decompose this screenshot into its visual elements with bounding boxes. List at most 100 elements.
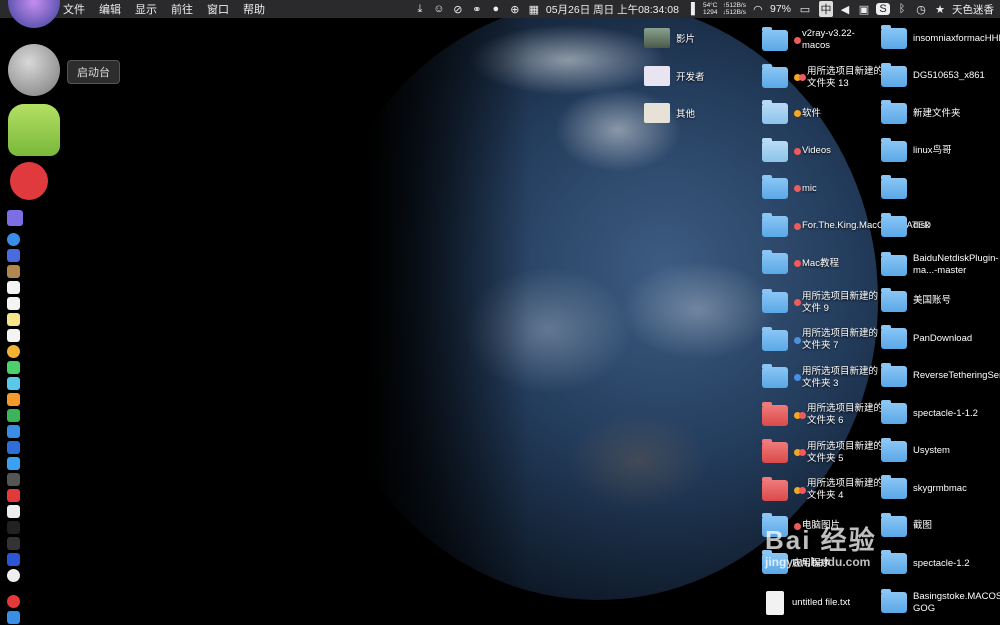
- desktop-folder[interactable]: spectacle-1.2: [881, 550, 995, 574]
- xcode-icon[interactable]: [7, 441, 20, 454]
- app-icon-4[interactable]: [7, 265, 20, 278]
- menu-edit[interactable]: 编辑: [92, 1, 128, 17]
- app-icon-24[interactable]: [7, 611, 20, 624]
- launchpad-icon[interactable]: [8, 44, 60, 96]
- terminal-icon[interactable]: [7, 521, 20, 534]
- camera-icon[interactable]: [7, 473, 20, 486]
- calendar-dock-icon[interactable]: [7, 281, 20, 294]
- desktop-item[interactable]: 其他: [644, 103, 695, 123]
- desktop-folder[interactable]: 新建文件夹: [881, 100, 995, 124]
- network-stats[interactable]: ↑512B/s ↓512B/s: [722, 2, 746, 16]
- desktop-folder[interactable]: disk: [881, 212, 995, 237]
- desktop-folder[interactable]: For.The.King.MacOS...iVATED: [762, 212, 931, 237]
- vivaldi-icon[interactable]: [7, 489, 20, 502]
- app-save-icon[interactable]: [7, 210, 23, 226]
- folder-icon: [762, 439, 788, 463]
- desktop-folder[interactable]: 截图: [881, 512, 995, 537]
- app-icon-18[interactable]: [7, 505, 20, 518]
- calendar-icon[interactable]: ▦: [527, 3, 541, 16]
- desktop-folder[interactable]: 用所选项目新建的文件夹 4: [762, 476, 885, 502]
- android-studio-icon[interactable]: [8, 104, 60, 156]
- app-red-icon[interactable]: [10, 162, 48, 200]
- folder-icon: [881, 287, 907, 312]
- menu-go[interactable]: 前往: [164, 1, 200, 17]
- safari-icon[interactable]: [7, 233, 20, 246]
- desktop-folder[interactable]: 用所选项目新建的文件夹 7: [762, 326, 880, 352]
- app-icon-20[interactable]: [7, 537, 20, 550]
- chrome-icon[interactable]: [7, 345, 20, 358]
- desktop-folder[interactable]: skygrmbmac: [881, 475, 995, 499]
- desktop-folder[interactable]: Videos: [762, 137, 880, 162]
- messages-icon[interactable]: [7, 361, 20, 374]
- yandex-icon[interactable]: [7, 569, 20, 582]
- numbers-icon[interactable]: [7, 409, 20, 422]
- pages-icon[interactable]: [7, 393, 20, 406]
- desktop-folder[interactable]: mic: [762, 175, 880, 199]
- desktop-folder[interactable]: untitled file.txt: [762, 590, 870, 615]
- notification-icon[interactable]: ●: [489, 3, 503, 15]
- menu-window[interactable]: 窗口: [200, 1, 236, 17]
- share-icon[interactable]: ⚭: [470, 3, 484, 16]
- desktop-folder[interactable]: 美国账号: [881, 287, 995, 312]
- desktop-folder[interactable]: ReverseTetheringServer_1.2.0: [881, 362, 1000, 387]
- app-icon-3[interactable]: [7, 249, 20, 262]
- folder-icon: [881, 437, 907, 462]
- cpu-stats[interactable]: 54°C 1294: [703, 2, 718, 16]
- item-label: 其他: [676, 109, 696, 120]
- folder-icon: [881, 475, 907, 499]
- user-name[interactable]: 天色迷香: [952, 2, 994, 17]
- folder-icon: [762, 26, 788, 51]
- vpn-icon[interactable]: [7, 553, 20, 566]
- desktop-folder[interactable]: Usystem: [881, 437, 995, 462]
- desktop-folder[interactable]: spectacle-1-1.2: [881, 400, 995, 424]
- desktop-folder[interactable]: DG510653_x861: [881, 62, 995, 87]
- siri-icon[interactable]: [8, 0, 60, 28]
- desktop-item[interactable]: 开发者: [644, 65, 705, 86]
- desktop-folder[interactable]: 用所选项目新建的文件夹 5: [762, 439, 885, 465]
- item-thumbnail-icon: [644, 28, 670, 48]
- desktop-folder[interactable]: 用所选项目新建的文件夹 6: [762, 401, 885, 427]
- desktop-folder[interactable]: BaiduNetdiskPlugin-ma...-master: [881, 251, 999, 277]
- compass-icon[interactable]: ⊘: [451, 3, 465, 16]
- notes-icon[interactable]: [7, 313, 20, 326]
- desktop-folder[interactable]: v2ray-v3.22-macos: [762, 26, 880, 52]
- desktop-folder[interactable]: PanDownload: [881, 325, 995, 349]
- stats-icon[interactable]: ▐: [684, 3, 698, 15]
- folder-label: skygrmbmac: [913, 482, 967, 494]
- folder-icon: [881, 175, 907, 199]
- app-icon-6[interactable]: [7, 297, 20, 310]
- desktop-folder[interactable]: 用所选项目新建的文件夹 13: [762, 64, 885, 90]
- desktop-folder[interactable]: linux鸟哥: [881, 137, 995, 162]
- menu-file[interactable]: 文件: [56, 1, 92, 17]
- control-icon[interactable]: ▣: [857, 3, 871, 16]
- desktop-folder[interactable]: Mac教程: [762, 250, 880, 274]
- desktop-item[interactable]: 影片: [644, 28, 695, 48]
- star-icon[interactable]: ★: [933, 3, 947, 16]
- menu-view[interactable]: 显示: [128, 1, 164, 17]
- date-time[interactable]: 05月26日 周日 上午08:34:08: [546, 2, 679, 17]
- volume-icon[interactable]: ◀: [838, 3, 852, 16]
- keynote-icon[interactable]: [7, 425, 20, 438]
- desktop-folder[interactable]: 用所选项目新建的文件 9: [762, 289, 880, 315]
- bluetooth-icon[interactable]: ᛒ: [895, 3, 909, 15]
- qq-icon[interactable]: ☺: [432, 3, 446, 15]
- desktop-folder[interactable]: 软件: [762, 100, 880, 124]
- input-method-icon[interactable]: 中: [819, 1, 833, 17]
- desktop-folder[interactable]: insomniaxformacHHB_jb51: [881, 25, 1000, 49]
- menu-help[interactable]: 帮助: [236, 1, 272, 17]
- netease-music-icon[interactable]: [7, 595, 20, 608]
- app-icon-11[interactable]: [7, 377, 20, 390]
- app-store-icon[interactable]: [7, 457, 20, 470]
- sketch-icon[interactable]: S: [876, 3, 890, 15]
- desktop-folder[interactable]: 用所选项目新建的文件夹 3: [762, 364, 880, 390]
- desktop-folder[interactable]: [881, 175, 995, 199]
- battery-percent[interactable]: 97%: [770, 3, 791, 15]
- reminders-icon[interactable]: [7, 329, 20, 342]
- desktop-folder[interactable]: Basingstoke.MACOSX-GOG: [881, 589, 1000, 615]
- item-thumbnail-icon: [644, 103, 670, 123]
- wifi-icon[interactable]: ◠: [751, 3, 765, 16]
- battery-icon[interactable]: ▭: [796, 3, 814, 16]
- time-machine-icon[interactable]: ◷: [914, 3, 928, 16]
- globe-icon[interactable]: ⊕: [508, 3, 522, 16]
- download-icon[interactable]: ⤓: [413, 3, 427, 16]
